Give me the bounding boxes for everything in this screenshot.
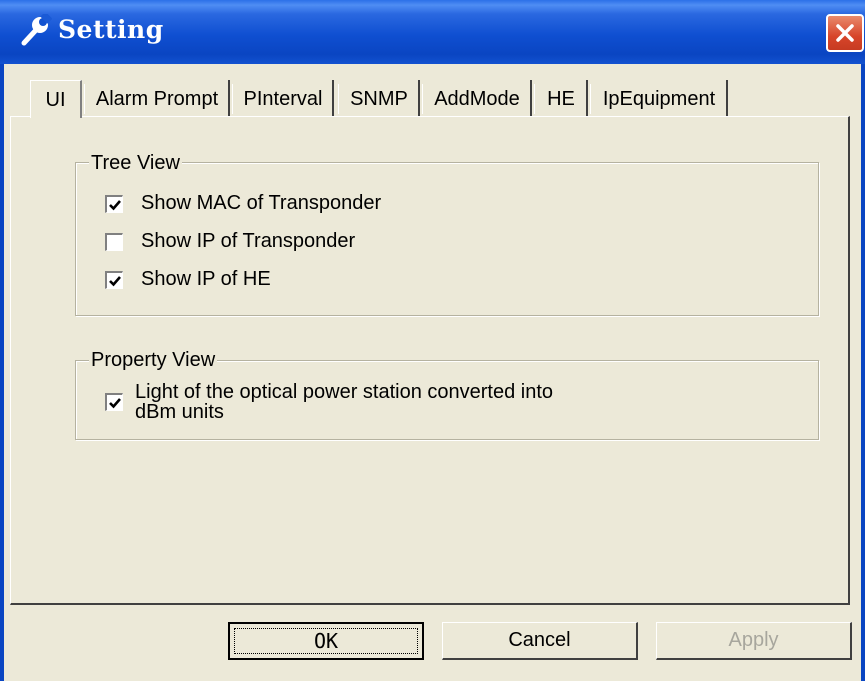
tab-addmode[interactable]: AddMode <box>422 80 532 118</box>
checkbox-label: Show IP of HE <box>141 268 271 290</box>
settings-dialog: Setting UI Alarm Prompt PInterval SNMP A… <box>0 0 865 681</box>
checkmark-icon <box>109 276 121 287</box>
focus-rectangle <box>234 628 418 654</box>
tab-alarm-prompt[interactable]: Alarm Prompt <box>84 80 230 118</box>
apply-button-label: Apply <box>728 629 779 651</box>
property-view-legend: Property View <box>89 349 218 372</box>
show-ip-of-transponder-checkbox[interactable]: Show IP of Transponder <box>105 230 425 256</box>
cancel-button-label: Cancel <box>508 629 571 651</box>
cancel-button[interactable]: Cancel <box>442 622 638 660</box>
checkbox-box <box>105 195 123 213</box>
tab-he[interactable]: HE <box>534 80 588 118</box>
show-ip-of-he-checkbox[interactable]: Show IP of HE <box>105 268 425 294</box>
window-title: Setting <box>58 15 164 44</box>
checkbox-label-line2: dBm units <box>135 401 224 423</box>
checkbox-box <box>105 271 123 289</box>
checkmark-icon <box>109 398 121 409</box>
window-frame-left <box>0 64 4 681</box>
tab-pinterval[interactable]: PInterval <box>232 80 334 118</box>
checkbox-label: Show MAC of Transponder <box>141 192 382 214</box>
checkbox-label-line1: Light of the optical power station conve… <box>135 381 554 403</box>
checkbox-box <box>105 233 123 251</box>
apply-button[interactable]: Apply <box>656 622 852 660</box>
tab-panel-ui: Tree View Show MAC of Transponder Show I… <box>10 116 850 605</box>
close-button[interactable] <box>826 14 864 52</box>
tree-view-legend: Tree View <box>89 152 182 175</box>
window-frame-right <box>861 64 865 681</box>
tab-snmp[interactable]: SNMP <box>338 80 420 118</box>
title-bar[interactable]: Setting <box>0 0 865 64</box>
wrench-icon <box>18 11 53 48</box>
checkbox-label: Show IP of Transponder <box>141 230 356 252</box>
show-mac-of-transponder-checkbox[interactable]: Show MAC of Transponder <box>105 192 425 218</box>
checkbox-box <box>105 393 123 411</box>
tab-ui[interactable]: UI <box>30 80 82 118</box>
tab-ipequipment[interactable]: IpEquipment <box>590 80 728 118</box>
optical-power-dbm-checkbox[interactable]: Light of the optical power station conve… <box>105 381 625 429</box>
checkmark-icon <box>109 200 121 211</box>
ok-button[interactable]: OK <box>228 622 424 660</box>
